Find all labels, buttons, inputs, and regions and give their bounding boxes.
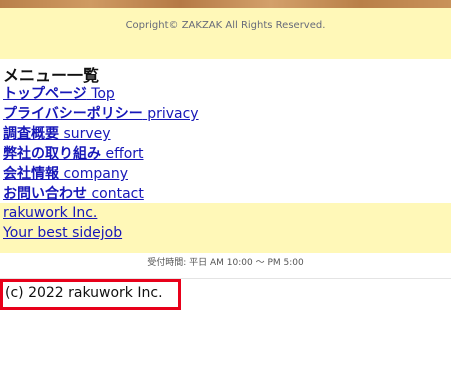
menu-item-privacy: プライバシーポリシー privacy bbox=[3, 104, 199, 124]
menu-link-privacy[interactable]: プライバシーポリシー privacy bbox=[3, 106, 199, 122]
brand-name-link[interactable]: rakuwork Inc. bbox=[3, 205, 97, 221]
menu-title: メニュー一覧 bbox=[3, 66, 100, 85]
footer-copyright-highlight: (c) 2022 rakuwork Inc. bbox=[0, 279, 181, 310]
business-hours-band: 受付時間: 平日 AM 10:00 〜 PM 5:00 bbox=[0, 253, 451, 277]
header-copyright-band: Copright© ZAKZAK All Rights Reserved. bbox=[0, 8, 451, 59]
menu-link-company[interactable]: 会社情報 company bbox=[3, 166, 128, 182]
business-hours-text: 受付時間: 平日 AM 10:00 〜 PM 5:00 bbox=[147, 258, 304, 268]
menu-link-effort[interactable]: 弊社の取り組み effort bbox=[3, 146, 144, 162]
header-copyright-text: Copright© ZAKZAK All Rights Reserved. bbox=[125, 20, 326, 31]
menu-list: トップページ Top プライバシーポリシー privacy 調査概要 surve… bbox=[3, 84, 199, 204]
menu-item-effort: 弊社の取り組み effort bbox=[3, 144, 199, 164]
footer-copyright-text: (c) 2022 rakuwork Inc. bbox=[5, 285, 163, 301]
menu-link-top[interactable]: トップページ Top bbox=[3, 86, 115, 102]
menu-item-contact: お問い合わせ contact bbox=[3, 184, 199, 204]
menu-item-survey: 調査概要 survey bbox=[3, 124, 199, 144]
menu-link-survey[interactable]: 調査概要 survey bbox=[3, 126, 111, 142]
menu-item-company: 会社情報 company bbox=[3, 164, 199, 184]
menu-link-contact[interactable]: お問い合わせ contact bbox=[3, 186, 144, 202]
brand-tagline-link[interactable]: Your best sidejob bbox=[3, 225, 122, 241]
brand-block: rakuwork Inc. Your best sidejob bbox=[0, 203, 451, 253]
menu-item-top: トップページ Top bbox=[3, 84, 199, 104]
wood-texture-strip bbox=[0, 0, 451, 8]
